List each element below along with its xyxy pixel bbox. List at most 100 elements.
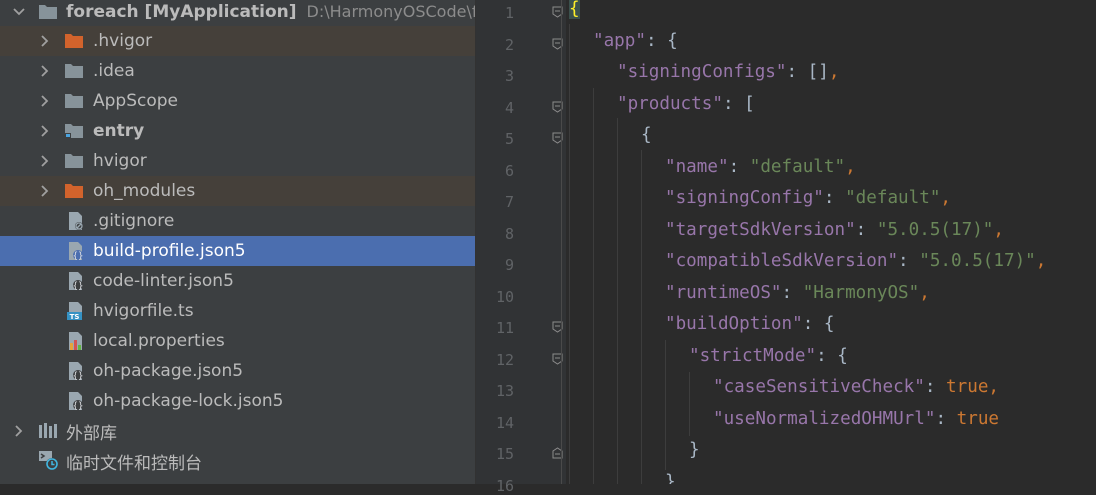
tree-item-external-libraries[interactable]: 外部库 <box>0 416 475 446</box>
json5-file-icon: {} <box>66 241 86 262</box>
chevron-down-icon[interactable] <box>12 5 26 19</box>
svg-text:TS: TS <box>70 313 80 321</box>
line-number: 8 <box>504 224 514 243</box>
json5-file-icon: {} <box>66 391 86 412</box>
gutter-divider <box>561 0 562 484</box>
tree-item-gitignore[interactable]: .gitignore <box>0 206 475 236</box>
tree-item-label: oh_modules <box>93 181 196 201</box>
svg-text:{}: {} <box>73 282 84 292</box>
line-number: 13 <box>495 382 514 400</box>
indent-guide <box>593 88 594 484</box>
tree-item-local-properties[interactable]: local.properties <box>0 326 475 356</box>
scratches-console-icon <box>38 450 58 470</box>
folder-excluded-icon <box>64 182 84 200</box>
tree-item-label: build-profile.json5 <box>93 241 246 261</box>
tree-item-label: local.properties <box>93 331 225 351</box>
line-number: 2 <box>504 35 514 54</box>
code-line[interactable]: "strictMode": { <box>689 341 848 372</box>
editor-gutter: 1 2 3 4 5 6 7 8 9 10 11 12 13 14 15 16 <box>476 0 566 495</box>
tree-item-appscope[interactable]: AppScope <box>0 86 475 116</box>
line-number: 5 <box>504 130 514 148</box>
code-editor[interactable]: { "app": {"signingConfigs": [], "products"… <box>567 0 1096 484</box>
tree-item-label: 临时文件和控制台 <box>66 453 202 474</box>
chevron-right-icon[interactable] <box>38 34 52 48</box>
code-line[interactable]: "name": "default", <box>665 152 856 183</box>
code-line[interactable]: "app": { <box>593 26 678 57</box>
tree-item-oh-package-lock[interactable]: {} oh-package-lock.json5 <box>0 386 475 416</box>
svg-text:{}: {} <box>73 252 84 262</box>
code-line[interactable]: "signingConfigs": [], <box>617 57 839 88</box>
code-line[interactable]: "useNormalizedOHMUrl": true <box>713 404 999 435</box>
tree-item-label: .gitignore <box>93 211 175 231</box>
project-path: D:\HarmonyOSCode\f <box>306 2 476 21</box>
code-line[interactable]: "buildOption": { <box>665 309 834 340</box>
line-number: 16 <box>495 476 514 495</box>
tree-root-row[interactable]: foreach [MyApplication] D:\HarmonyOSCode\… <box>0 0 475 27</box>
project-tree: foreach [MyApplication] D:\HarmonyOSCode\… <box>0 0 476 484</box>
line-number: 11 <box>495 319 514 337</box>
tree-item-scratches[interactable]: 临时文件和控制台 <box>0 446 475 476</box>
code-line[interactable]: "runtimeOS": "HarmonyOS", <box>665 278 930 309</box>
project-name: foreach [MyApplication] <box>66 2 297 22</box>
line-number: 3 <box>504 67 514 85</box>
tree-item-hvigor[interactable]: hvigor <box>0 146 475 176</box>
json5-file-icon: {} <box>66 361 86 382</box>
indent-guide <box>665 340 666 470</box>
folder-excluded-icon <box>64 32 84 50</box>
tree-item-label: .idea <box>93 61 135 81</box>
line-number: 4 <box>504 98 514 117</box>
tree-item-label: 外部库 <box>66 423 117 444</box>
indent-guide <box>569 24 570 484</box>
code-line[interactable]: { <box>641 120 652 151</box>
tree-item-label: hvigor <box>93 151 147 171</box>
json5-file-icon: {} <box>66 271 86 292</box>
indent-guide <box>689 372 690 436</box>
indent-guide <box>641 150 642 484</box>
code-line[interactable]: } <box>665 467 676 485</box>
chevron-right-icon[interactable] <box>38 64 52 78</box>
svg-text:{}: {} <box>73 402 84 412</box>
svg-text:{}: {} <box>73 372 84 382</box>
indent-guide <box>617 118 618 484</box>
tree-item-label: AppScope <box>93 91 178 111</box>
tree-item-build-profile[interactable]: {} build-profile.json5 <box>0 236 475 266</box>
typescript-file-icon: TS <box>66 301 86 321</box>
code-line[interactable]: "signingConfig": "default", <box>665 183 951 214</box>
tree-item-hvigor-dir[interactable]: .hvigor <box>0 26 475 56</box>
code-line[interactable]: "products": [ <box>617 89 755 120</box>
line-number: 15 <box>495 445 514 463</box>
tree-item-oh-package[interactable]: {} oh-package.json5 <box>0 356 475 386</box>
line-number: 12 <box>495 350 514 369</box>
line-number: 1 <box>504 4 514 22</box>
code-line[interactable]: "caseSensitiveCheck": true, <box>713 372 999 403</box>
code-line[interactable]: "targetSdkVersion": "5.0.5(17)", <box>665 215 1004 246</box>
line-number: 10 <box>495 287 514 306</box>
code-line[interactable]: "compatibleSdkVersion": "5.0.5(17)", <box>665 246 1046 277</box>
folder-icon <box>64 62 84 80</box>
folder-icon <box>38 3 58 21</box>
chevron-right-icon[interactable] <box>12 424 26 438</box>
line-number: 14 <box>495 413 514 432</box>
code-line[interactable]: { <box>569 0 580 25</box>
tree-item-hvigorfile[interactable]: TS hvigorfile.ts <box>0 296 475 326</box>
tree-item-label: oh-package.json5 <box>93 361 244 381</box>
chevron-right-icon[interactable] <box>38 94 52 108</box>
folder-icon <box>64 92 84 110</box>
tree-item-label: hvigorfile.ts <box>93 301 194 321</box>
tree-item-label: entry <box>93 121 145 141</box>
folder-icon <box>64 152 84 170</box>
tree-item-code-linter[interactable]: {} code-linter.json5 <box>0 266 475 296</box>
gitignore-file-icon <box>66 211 86 230</box>
line-number: 7 <box>504 193 514 211</box>
library-icon <box>38 422 58 440</box>
properties-file-icon <box>66 331 86 350</box>
tree-item-entry[interactable]: entry <box>0 116 475 146</box>
tree-item-idea[interactable]: .idea <box>0 56 475 86</box>
tree-item-oh-modules[interactable]: oh_modules <box>0 176 475 206</box>
tree-item-label: oh-package-lock.json5 <box>93 391 284 411</box>
chevron-right-icon[interactable] <box>38 124 52 138</box>
line-number: 6 <box>504 161 514 180</box>
chevron-right-icon[interactable] <box>38 184 52 198</box>
chevron-right-icon[interactable] <box>38 154 52 168</box>
code-line[interactable]: } <box>689 435 700 466</box>
